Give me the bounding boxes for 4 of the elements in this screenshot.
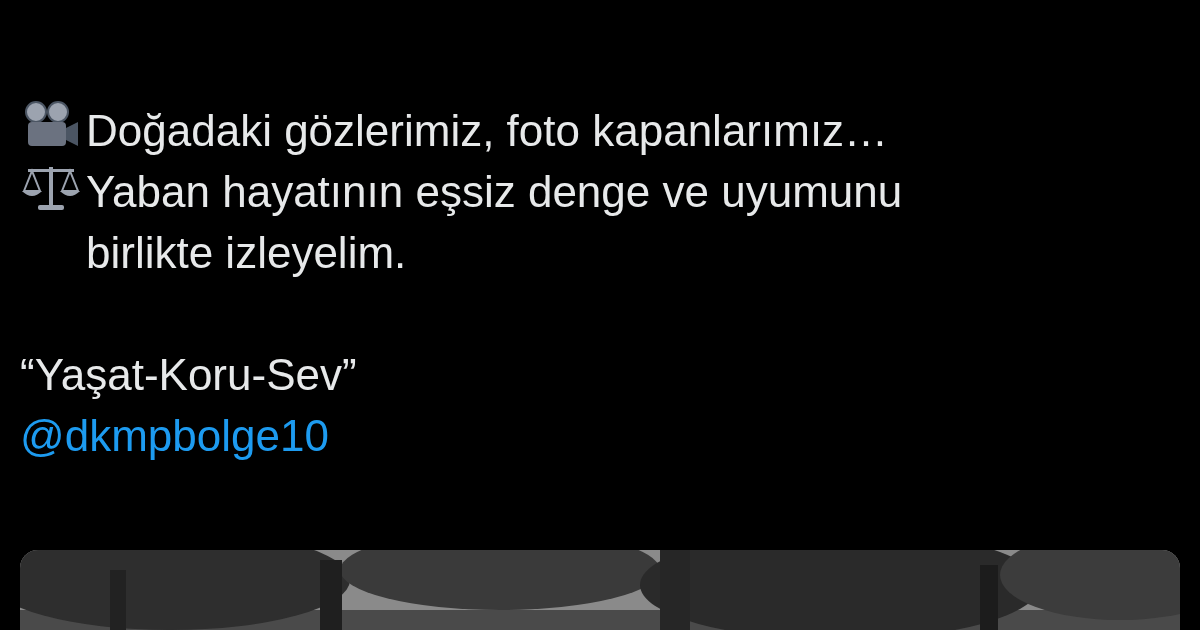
tweet-text: “Yaşat-Koru-Sev”: [20, 349, 357, 401]
mention-link[interactable]: @dkmpbolge10: [20, 405, 329, 466]
tweet-text: Doğadaki gözlerimiz, foto kapanlarımız…: [86, 105, 890, 157]
tweet-text: Yaban hayatının eşsiz denge ve uyumunu birlikte izleyelim.: [86, 166, 904, 279]
